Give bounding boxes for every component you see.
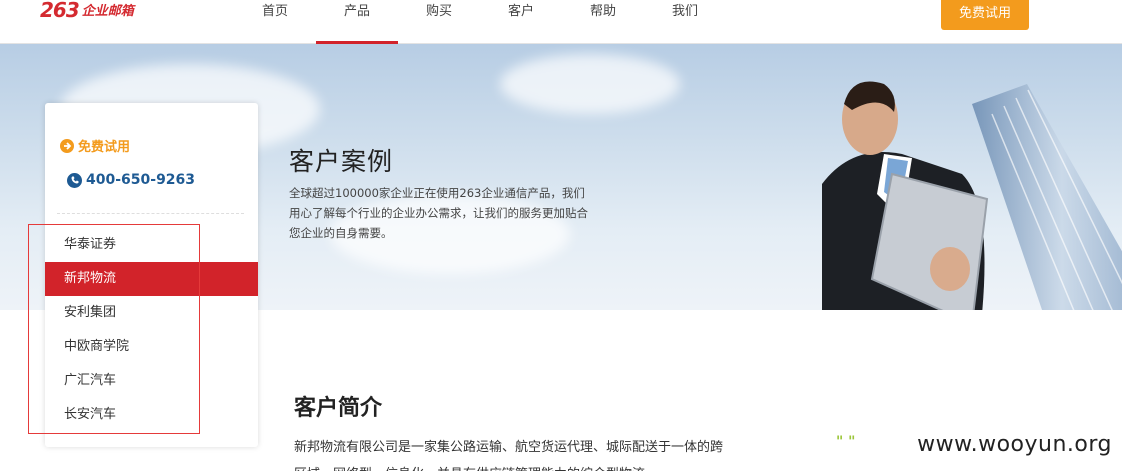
hero-title: 客户案例 xyxy=(289,147,394,176)
case-item-changan[interactable]: 长安汽车 xyxy=(45,398,258,432)
nav-item-help[interactable]: 帮助 xyxy=(562,0,644,44)
nav-item-products[interactable]: 产品 xyxy=(316,0,398,44)
logo-text: 企业邮箱 xyxy=(81,4,134,19)
sidebar-phone: 400-650-9263 xyxy=(67,172,195,188)
case-item-amway[interactable]: 安利集团 xyxy=(45,296,258,330)
hero-description: 全球超过100000家企业正在使用263企业通信产品，我们用心了解每个行业的企业… xyxy=(289,186,588,240)
sidebar-free-trial-label: 免费试用 xyxy=(78,140,131,155)
customer-intro-title: 客户简介 xyxy=(294,396,383,421)
logo-mark: 263 xyxy=(40,0,80,22)
top-navbar: 263 企业邮箱 首页 产品 购买 客户 帮助 我们 免费试用 xyxy=(0,0,1122,44)
quote-decoration-icon: " " xyxy=(836,434,856,450)
cloud-decoration xyxy=(500,54,680,114)
sidebar-divider xyxy=(57,213,244,214)
phone-number: 400-650-9263 xyxy=(86,172,196,188)
main-nav: 首页 产品 购买 客户 帮助 我们 xyxy=(234,0,726,44)
nav-item-buy[interactable]: 购买 xyxy=(398,0,480,44)
customer-cases-sidebar: 免费试用 400-650-9263 华泰证券 新邦物流 安利集团 中欧商学院 广… xyxy=(45,103,258,447)
case-item-xinbang[interactable]: 新邦物流 xyxy=(45,262,258,296)
nav-item-about[interactable]: 我们 xyxy=(644,0,726,44)
businessman-illustration xyxy=(822,81,1122,310)
case-item-huatai[interactable]: 华泰证券 xyxy=(45,228,258,262)
customer-intro-text: 新邦物流有限公司是一家集公路运输、航空货运代理、城际配送于一体的跨区域、网络型、… xyxy=(294,440,724,471)
watermark: www.wooyun.org xyxy=(917,432,1112,457)
case-item-ceibs[interactable]: 中欧商学院 xyxy=(45,330,258,364)
arrow-right-circle-icon xyxy=(60,138,74,153)
free-trial-button[interactable]: 免费试用 xyxy=(941,0,1029,30)
case-item-guanghui[interactable]: 广汇汽车 xyxy=(45,364,258,398)
nav-item-home[interactable]: 首页 xyxy=(234,0,316,44)
nav-item-customers[interactable]: 客户 xyxy=(480,0,562,44)
phone-icon xyxy=(67,172,82,188)
case-list: 华泰证券 新邦物流 安利集团 中欧商学院 广汇汽车 长安汽车 xyxy=(45,228,258,432)
logo[interactable]: 263 企业邮箱 xyxy=(40,0,134,20)
sidebar-free-trial-link[interactable]: 免费试用 xyxy=(60,136,130,155)
